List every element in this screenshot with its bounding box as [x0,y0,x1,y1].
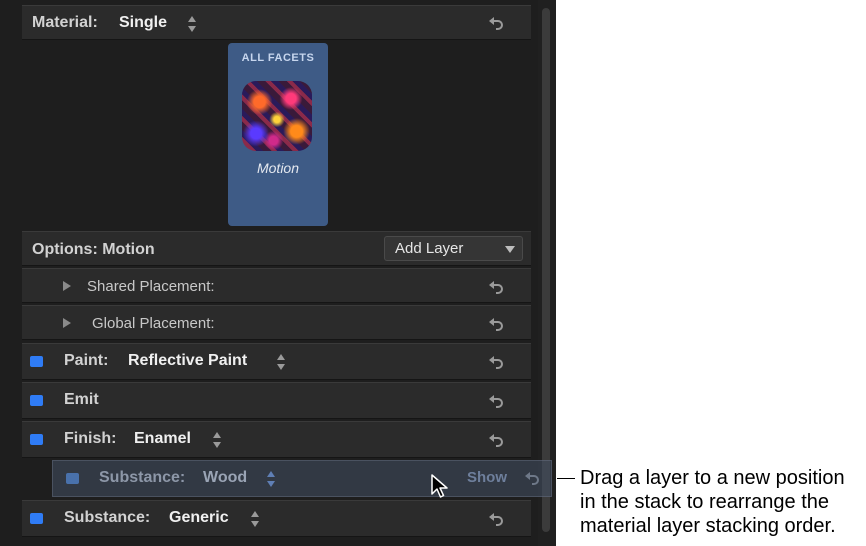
material-label: Material: [32,14,98,31]
layer-enable-checkbox[interactable] [30,395,43,406]
reset-icon[interactable] [488,354,504,370]
reset-icon[interactable] [488,316,504,332]
layer-label: Paint: [64,352,109,369]
dragging-layer-value: Wood [203,469,248,486]
layer-enable-checkbox [66,473,79,484]
layer-value[interactable]: Enamel [134,430,191,448]
layer-label: Substance: [64,509,151,526]
global-placement-row[interactable]: Global Placement: [22,305,531,340]
layer-stepper-icon[interactable] [212,431,222,449]
global-placement-label: Global Placement: [92,315,215,332]
layer-stepper-icon [267,471,275,487]
layer-stepper-icon[interactable] [276,353,286,371]
shared-placement-label: Shared Placement: [87,278,215,295]
reset-icon[interactable] [488,393,504,409]
reset-icon[interactable] [488,15,504,31]
callout-text: Drag a layer to a new position in the st… [580,467,845,537]
layer-value[interactable]: Generic [169,509,229,527]
facet-title: ALL FACETS [241,52,315,64]
layer-enable-checkbox[interactable] [30,434,43,445]
all-facets-card[interactable]: ALL FACETS Motion [228,43,328,226]
dragging-layer-label: Substance: [99,469,186,486]
reset-icon [525,472,539,485]
chevron-down-icon [505,246,515,253]
add-layer-popup[interactable]: Add Layer [384,236,523,261]
dragging-layer-row[interactable]: Substance: Wood Show [52,460,552,497]
layer-value[interactable]: Reflective Paint [128,352,247,370]
mouse-pointer-icon [431,474,448,498]
shared-placement-row[interactable]: Shared Placement: [22,268,531,303]
disclosure-triangle-icon[interactable] [63,281,71,291]
layer-label: Emit [64,391,99,408]
reset-icon[interactable] [488,279,504,295]
material-thumbnail[interactable] [242,81,312,151]
show-label: Show [467,469,507,486]
add-layer-label: Add Layer [395,240,464,257]
callout-line [557,478,575,479]
scrollbar-thumb[interactable] [542,8,550,532]
disclosure-triangle-icon[interactable] [63,318,71,328]
options-title: Options: Motion [32,241,155,258]
material-row: Material: Single [22,5,531,40]
layer-stepper-icon[interactable] [250,510,260,528]
material-stepper-icon[interactable] [187,15,197,33]
reset-icon[interactable] [488,511,504,527]
reset-icon[interactable] [488,432,504,448]
inspector-panel: Material: Single ALL FACETS Motion Optio… [0,0,556,546]
facet-caption: Motion [256,160,300,176]
layer-enable-checkbox[interactable] [30,356,43,367]
material-value[interactable]: Single [119,14,167,32]
layer-label: Finish: [64,430,117,447]
layer-enable-checkbox[interactable] [30,513,43,524]
